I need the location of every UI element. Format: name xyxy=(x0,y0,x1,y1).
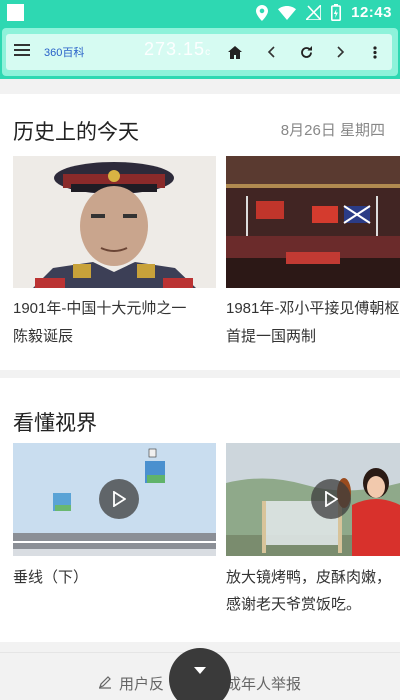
marshal-portrait-image xyxy=(13,156,216,288)
status-bar: 12:43 xyxy=(0,0,400,25)
location-icon xyxy=(256,4,269,21)
feedback-link[interactable]: 用户反 xyxy=(119,673,164,694)
notification-icon xyxy=(7,4,24,21)
report-link[interactable]: 成年人举报 xyxy=(226,673,301,694)
temperature-value: 273.15 xyxy=(144,39,206,59)
history-caption-2-line2[interactable]: 首提一国两制 xyxy=(226,323,400,351)
temperature-readout: 273.15c xyxy=(144,39,211,60)
site-title[interactable]: 360百科 xyxy=(44,44,84,60)
wifi-icon xyxy=(278,5,297,20)
chevron-right-icon xyxy=(337,46,345,58)
more-vertical-icon xyxy=(373,45,377,59)
edit-pencil-icon xyxy=(99,676,111,689)
chevron-left-icon xyxy=(267,46,275,58)
video-caption-2-line1[interactable]: 放大镜烤鸭，皮酥肉嫩， xyxy=(226,564,400,592)
more-options-button[interactable] xyxy=(365,42,385,62)
video-play-button-2[interactable] xyxy=(311,479,351,519)
caret-down-icon xyxy=(194,666,206,674)
forward-button[interactable] xyxy=(331,42,351,62)
home-icon xyxy=(228,45,242,59)
no-signal-icon xyxy=(306,5,322,20)
video-caption-1-line1[interactable]: 垂线（下） xyxy=(13,564,216,592)
videos-section-title: 看懂视界 xyxy=(13,412,97,435)
video-caption-2-line2[interactable]: 感谢老天爷赏饭吃。 xyxy=(226,591,400,619)
history-caption-2-line1[interactable]: 1981年-邓小平接见傅朝枢 xyxy=(226,295,400,323)
history-image-1[interactable] xyxy=(13,156,216,288)
history-caption-1-line2[interactable]: 陈毅诞辰 xyxy=(13,323,216,351)
browser-toolbar: 360百科 273.15c xyxy=(6,34,392,70)
home-button[interactable] xyxy=(225,42,245,62)
refresh-icon xyxy=(300,45,312,58)
temperature-unit: c xyxy=(205,47,212,58)
video-thumbnail-1[interactable] xyxy=(13,443,216,556)
history-caption-1-line1[interactable]: 1901年-中国十大元帅之一 xyxy=(13,295,216,323)
history-date: 8月26日 星期四 xyxy=(280,122,385,139)
play-icon xyxy=(113,491,126,507)
battery-charging-icon xyxy=(331,4,342,21)
ceremony-image xyxy=(226,156,400,288)
video-play-button-1[interactable] xyxy=(99,479,139,519)
history-image-2[interactable] xyxy=(226,156,400,288)
hamburger-menu-icon[interactable] xyxy=(14,44,30,58)
history-section-title: 历史上的今天 xyxy=(13,121,139,144)
status-time: 12:43 xyxy=(351,4,392,21)
refresh-button[interactable] xyxy=(296,42,316,62)
play-icon xyxy=(325,491,338,507)
back-button[interactable] xyxy=(261,42,281,62)
video-thumbnail-2[interactable] xyxy=(226,443,400,556)
